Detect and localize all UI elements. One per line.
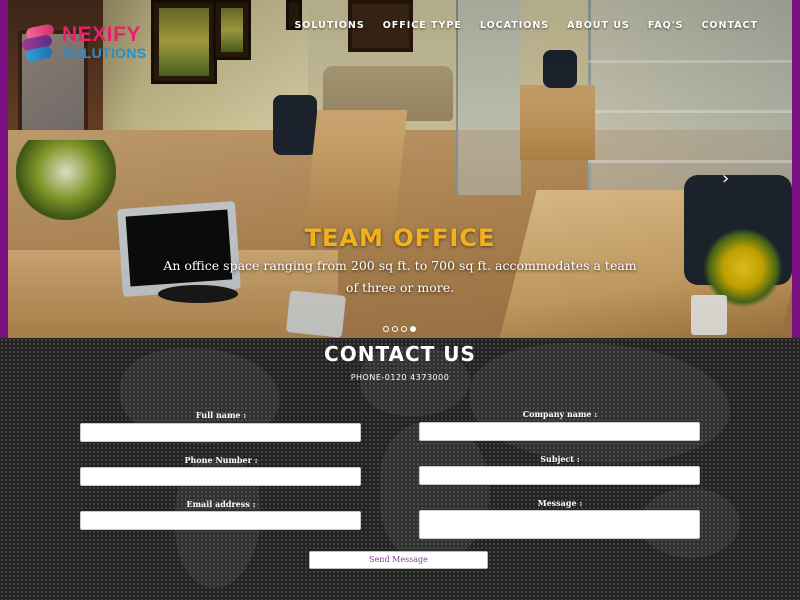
slider-dot[interactable]: [401, 326, 407, 332]
hero-slider: NEXIFY SOLUTIONS SOLUTIONS OFFICE TYPE L…: [0, 0, 800, 338]
nav-item-locations[interactable]: LOCATIONS: [480, 20, 549, 31]
main-nav: SOLUTIONS OFFICE TYPE LOCATIONS ABOUT US…: [294, 20, 758, 31]
subject-field[interactable]: [419, 466, 700, 485]
full-name-label: Full name :: [195, 410, 247, 420]
nav-item-solutions[interactable]: SOLUTIONS: [294, 20, 364, 31]
email-address-field[interactable]: [80, 511, 361, 530]
message-field[interactable]: [419, 510, 700, 539]
hero-description: An office space ranging from 200 sq ft. …: [163, 258, 637, 295]
brand-logo[interactable]: NEXIFY SOLUTIONS: [21, 23, 162, 66]
logo-name-bottom: SOLUTIONS: [62, 45, 147, 61]
nav-item-office-type[interactable]: OFFICE TYPE: [383, 20, 462, 31]
hero-title: TEAM OFFICE: [304, 224, 496, 252]
nav-item-faqs[interactable]: FAQ'S: [648, 20, 684, 31]
contact-phone: PHONE-0120 4373000: [350, 373, 450, 382]
company-name-field[interactable]: [419, 422, 700, 441]
phone-number-field[interactable]: [80, 467, 361, 486]
subject-label: Subject :: [540, 454, 580, 464]
nav-item-contact[interactable]: CONTACT: [701, 20, 758, 31]
slider-dot[interactable]: [392, 326, 398, 332]
slider-dot[interactable]: [383, 326, 389, 332]
phone-number-label: Phone Number :: [184, 455, 258, 465]
logo-name-top: NEXIFY: [62, 23, 141, 46]
chevron-right-icon[interactable]: ›: [722, 168, 729, 189]
slider-dots: [383, 326, 416, 332]
message-label: Message :: [537, 498, 583, 508]
logo-icon: [21, 23, 56, 63]
nav-item-about-us[interactable]: ABOUT US: [567, 20, 630, 31]
send-message-button[interactable]: Send Message: [309, 551, 488, 569]
full-name-field[interactable]: [80, 423, 361, 442]
company-name-label: Company name :: [522, 409, 598, 419]
email-address-label: Email address :: [186, 499, 256, 509]
slider-dot-active[interactable]: [410, 326, 416, 332]
contact-title: CONTACT US: [324, 342, 476, 366]
